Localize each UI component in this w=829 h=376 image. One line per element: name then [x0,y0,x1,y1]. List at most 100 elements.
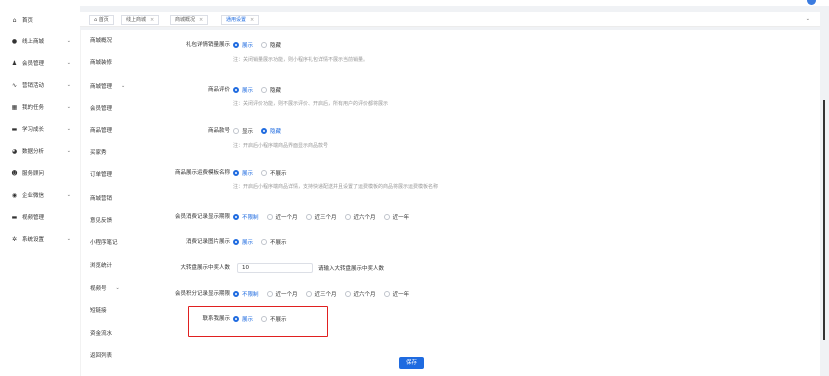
subnav-item[interactable]: 买家秀 [90,148,116,156]
subnav-item[interactable]: 短链接 [90,306,116,314]
gear-icon: ✲ [11,235,18,243]
radio-hide[interactable]: 隐藏 [261,86,281,94]
radio-show[interactable]: 展示 [233,41,253,49]
sidebar-item-label: 营销活动 [22,83,45,89]
wheel-winners-input[interactable]: 10 [237,263,313,273]
tab-general-settings[interactable]: 通用设置 × [221,15,260,25]
chevron-down-icon: ⌄ [66,126,71,132]
video-icon: ▬ [11,213,18,221]
subnav-item[interactable]: 商品管理 [90,126,121,134]
field-note: 注：开启后小程序端商品界面显示商品款号 [233,143,329,149]
field-label: 商品展示运费模板名称 [174,170,230,176]
sidebar-item-marketing[interactable]: ∿ 营销活动 ⌄ [0,76,80,94]
subnav-item[interactable]: 商城概况 [90,36,121,44]
save-button[interactable]: 保存 [399,357,424,369]
sidebar-item-label: 企业微信 [22,193,45,199]
field-label: 会员消费记录显示期限 [174,214,230,220]
radio-show[interactable]: 展示 [233,169,253,177]
subnav-item[interactable]: 订单管理 [90,170,121,178]
tab-store-overview[interactable]: 商城概况 × [170,15,209,25]
subnav-item[interactable]: 会员管理 [90,104,121,112]
radio-option[interactable]: 近一年 [383,290,409,298]
chevron-down-icon: ⌄ [66,104,71,110]
sidebar-item-label: 学习成长 [22,127,45,133]
chart-icon: ◕ [11,147,18,155]
sidebar-item-learning[interactable]: ▬ 学习成长 ⌄ [0,120,80,138]
radio-option[interactable]: 近三个月 [305,290,337,298]
subnav-item[interactable]: 浏览统计 [90,261,121,269]
field-suffix: 请输入大转盘展示中奖人数 [318,266,385,272]
radio-option[interactable]: 近一个月 [266,290,298,298]
tab-label: 首页 [98,17,109,23]
sidebar-item-video[interactable]: ▬ 视频管理 [0,208,80,226]
sidebar-item-tasks[interactable]: ▦ 我的任务 ⌄ [0,98,80,116]
sidebar-item-label: 服务顾问 [22,171,45,177]
subnav-item[interactable]: 商城管理 ⌄ [90,82,125,90]
subnav-item[interactable]: 小程序笔记 [90,238,127,246]
radio-hide[interactable]: 隐藏 [261,41,281,49]
consume-image-row: 消费记录图片展示 展示 不展示 [142,237,742,247]
chevron-down-icon[interactable]: ⌄ [806,16,810,22]
field-label: 会员积分记录显示期限 [174,291,230,297]
scrollbar[interactable] [823,100,825,340]
sidebar-item-analytics[interactable]: ◕ 数据分析 ⌄ [0,142,80,160]
subnav-item-label: 商品管理 [90,128,113,134]
chevron-down-icon: ⌄ [66,148,71,154]
subnav-item-label: 浏览统计 [90,263,113,269]
subnav-item[interactable]: 视频号 ⌄ [90,284,120,292]
close-icon[interactable]: × [199,16,203,24]
radio-hide[interactable]: 不展示 [261,169,287,177]
subnav-item-label: 买家秀 [90,150,107,156]
chevron-down-icon: ⌄ [66,82,71,88]
subnav-item[interactable]: 资金流水 [90,329,121,337]
sidebar-item-label: 首页 [22,18,34,24]
radio-hide[interactable]: 隐藏 [261,127,281,135]
radio-option[interactable]: 近一年 [383,213,409,221]
chevron-down-icon: ⌄ [66,60,71,66]
field-note: 注：关闭评价功能，则不展示评价、开启后，所有用户的评价都将展示 [233,101,389,107]
radio-option[interactable]: 近六个月 [344,213,376,221]
chevron-down-icon: ⌄ [121,83,126,89]
subnav-item-label: 短链接 [90,308,107,314]
sidebar-item-advisor[interactable]: ☻ 服务顾问 [0,164,80,182]
sidebar-item-label: 会员管理 [22,61,45,67]
radio-show[interactable]: 显示 [233,127,253,135]
product-review-row: 商品评价 展示 隐藏 [142,85,742,95]
tab-home[interactable]: ⌂ 首页 [89,15,114,25]
sidebar-item-label: 线上商城 [22,39,45,45]
radio-show[interactable]: 展示 [233,238,253,246]
grid-icon: ▦ [11,103,18,111]
radio-option[interactable]: 近一个月 [266,213,298,221]
subnav-item[interactable]: 商城营销 [90,194,121,202]
close-icon[interactable]: × [250,16,254,24]
wheel-winners-row: 大转盘展示中奖人数 10 请输入大转盘展示中奖人数 [142,263,742,273]
subnav-item[interactable]: 意见反馈 [90,216,121,224]
radio-hide[interactable]: 不展示 [261,238,287,246]
radio-option[interactable]: 不限制 [233,213,259,221]
field-label: 大转盘展示中奖人数 [180,265,230,271]
subnav-item-label: 意见反馈 [90,218,113,224]
subnav-item-label: 视频号 [90,286,107,292]
radio-option[interactable]: 近三个月 [305,213,337,221]
radio-option[interactable]: 不限制 [233,290,259,298]
sidebar-item-home[interactable]: ⌂ 首页 [0,11,80,29]
chevron-down-icon: ⌄ [66,192,71,198]
radio-option[interactable]: 近六个月 [344,290,376,298]
subnav-item-label: 小程序笔记 [90,240,118,246]
tab-online-store[interactable]: 线上商城 × [121,15,160,25]
sidebar-item-members[interactable]: ♟ 会员管理 ⌄ [0,54,80,72]
sidebar-item-online-store[interactable]: ● 线上商城 ⌄ [0,32,80,50]
highlight-box [188,306,328,337]
top-bar [0,0,829,6]
wechat-icon: ◉ [11,191,18,199]
subnav-item[interactable]: 返回列表 [90,351,121,359]
sidebar-item-wecom[interactable]: ◉ 企业微信 ⌄ [0,186,80,204]
sidebar-item-settings[interactable]: ✲ 系统设置 ⌄ [0,230,80,248]
store-icon: ● [11,37,18,45]
subnav-item[interactable]: 商城装修 [90,58,121,66]
close-icon[interactable]: × [150,16,154,24]
subnav-item-label: 商城营销 [90,196,113,202]
tab-bar: ⌂ 首页 线上商城 × 商城概况 × 通用设置 × ⌄ [80,12,820,27]
radio-show[interactable]: 展示 [233,86,253,94]
subnav-item-label: 订单管理 [90,172,113,178]
